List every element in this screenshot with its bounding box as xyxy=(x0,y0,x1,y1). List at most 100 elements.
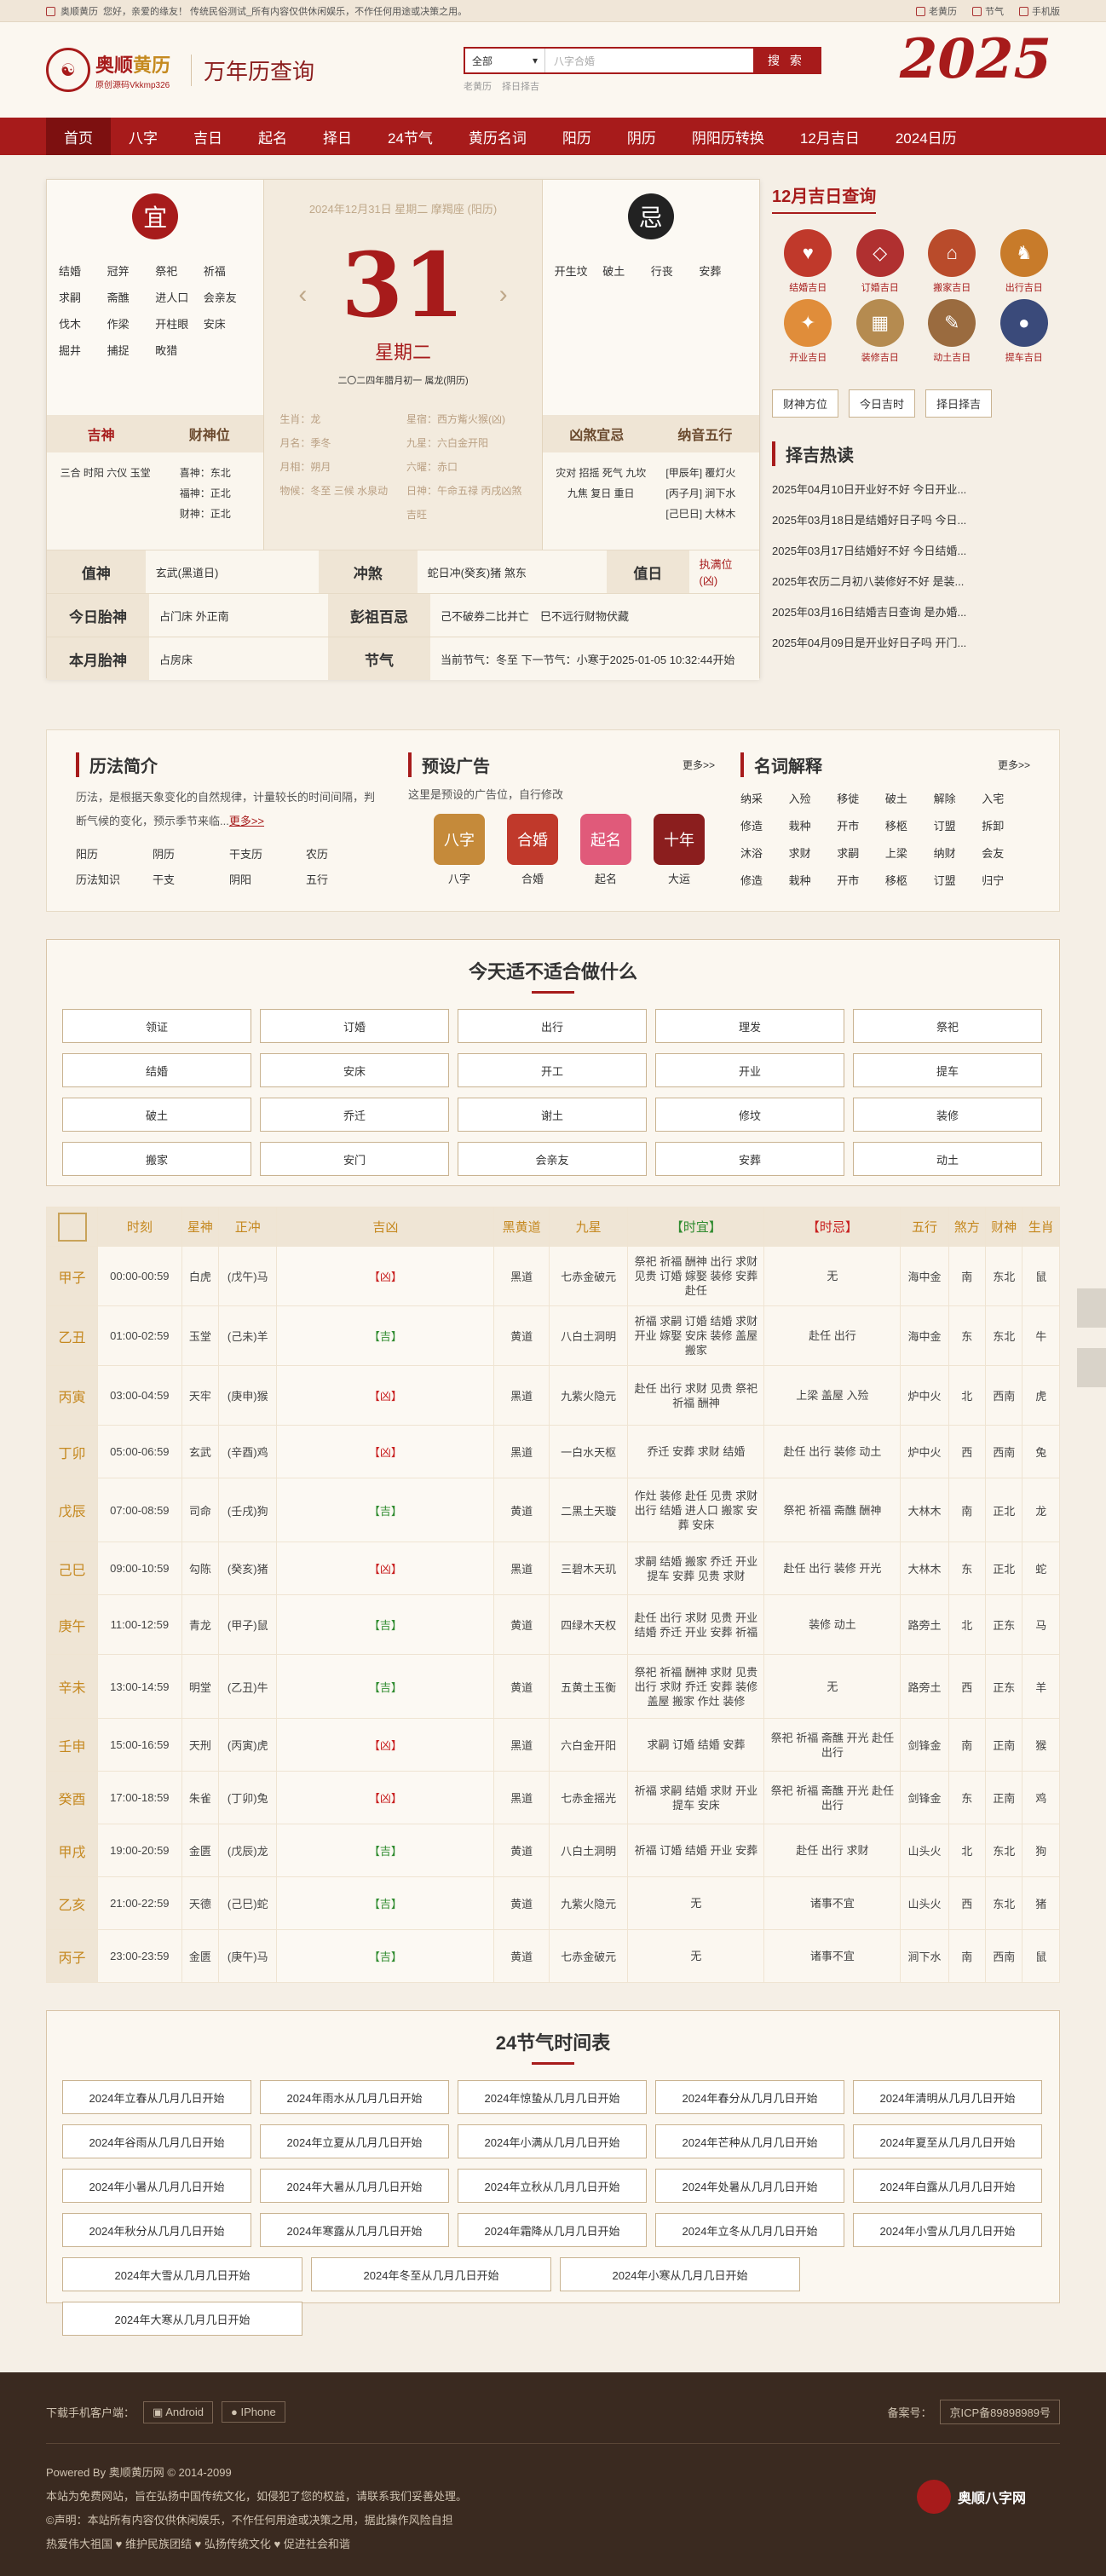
term-link[interactable]: 订盟 xyxy=(934,813,982,840)
term-link[interactable]: 栽种 xyxy=(789,813,838,840)
icp-link[interactable]: 京ICP备89898989号 xyxy=(940,2400,1060,2424)
hot-link[interactable]: 择日择吉 xyxy=(502,79,539,93)
intro-link[interactable]: 干支 xyxy=(153,867,229,893)
today-jishi-button[interactable]: 今日吉时 xyxy=(849,389,916,418)
jiri-item-4[interactable]: ✦ 开业吉日 xyxy=(772,299,844,364)
suitable-button[interactable]: 安门 xyxy=(260,1142,449,1176)
nav-item[interactable]: 择日 xyxy=(305,118,370,155)
hot-article-link[interactable]: 2025年03月18日是结婚好日子吗 今日... xyxy=(772,505,1060,536)
term-link[interactable]: 移徙 xyxy=(837,786,885,813)
suitable-button[interactable]: 装修 xyxy=(853,1098,1042,1132)
zeri-button[interactable]: 择日择吉 xyxy=(925,389,993,418)
intro-link[interactable]: 阴历 xyxy=(153,842,229,867)
suitable-button[interactable]: 动土 xyxy=(853,1142,1042,1176)
suitable-button[interactable]: 开业 xyxy=(655,1053,844,1087)
top-link-mobile[interactable]: 手机版 xyxy=(1019,4,1060,18)
term-link[interactable]: 修造 xyxy=(740,813,789,840)
jiri-item-6[interactable]: ✎ 动土吉日 xyxy=(916,299,988,364)
jieqi-button[interactable]: 2024年立春从几月几日开始 xyxy=(62,2080,251,2114)
intro-link[interactable]: 干支历 xyxy=(229,842,306,867)
top-link-jieqi[interactable]: 节气 xyxy=(972,4,1004,18)
intro-link[interactable]: 阳历 xyxy=(76,842,153,867)
search-category-select[interactable]: 全部 ▾ xyxy=(465,49,545,72)
search-button[interactable]: 搜 索 xyxy=(753,49,820,72)
nav-item[interactable]: 2024日历 xyxy=(878,118,975,155)
nav-item[interactable]: 阳历 xyxy=(544,118,609,155)
next-day-icon[interactable]: › xyxy=(499,280,508,309)
jieqi-button[interactable]: 2024年小雪从几月几日开始 xyxy=(853,2213,1042,2247)
logo[interactable]: ☯ 奥顺黄历 原创源码Vkkmp326 万年历查询 xyxy=(46,48,446,92)
term-link[interactable]: 归宁 xyxy=(982,867,1030,895)
ad-item[interactable]: 合婚 合婚 xyxy=(507,814,558,886)
hot-link[interactable]: 老黄历 xyxy=(464,79,492,93)
term-link[interactable]: 订盟 xyxy=(934,867,982,895)
jieqi-button[interactable]: 2024年大寒从几月几日开始 xyxy=(62,2302,302,2336)
term-link[interactable]: 栽种 xyxy=(789,867,838,895)
term-link[interactable]: 入宅 xyxy=(982,786,1030,813)
jieqi-button[interactable]: 2024年立秋从几月几日开始 xyxy=(458,2169,647,2203)
suitable-button[interactable]: 理发 xyxy=(655,1009,844,1043)
ad-more-link[interactable]: 更多>> xyxy=(683,758,715,772)
suitable-button[interactable]: 会亲友 xyxy=(458,1142,647,1176)
float-share-button[interactable] xyxy=(1077,1288,1106,1328)
suitable-button[interactable]: 订婚 xyxy=(260,1009,449,1043)
jiri-item-1[interactable]: ◇ 订婚吉日 xyxy=(844,229,917,294)
prev-day-icon[interactable]: ‹ xyxy=(298,280,307,309)
top-link-huangli[interactable]: 老黄历 xyxy=(916,4,957,18)
term-link[interactable]: 纳财 xyxy=(934,840,982,867)
ad-item[interactable]: 起名 起名 xyxy=(580,814,631,886)
search-input[interactable]: 八字合婚 xyxy=(545,49,753,72)
float-top-button[interactable] xyxy=(1077,1348,1106,1387)
term-link[interactable]: 入殓 xyxy=(789,786,838,813)
term-link[interactable]: 解除 xyxy=(934,786,982,813)
hot-article-link[interactable]: 2025年04月09日是开业好日子吗 开门... xyxy=(772,628,1060,659)
jieqi-button[interactable]: 2024年芒种从几月几日开始 xyxy=(655,2124,844,2158)
jieqi-button[interactable]: 2024年谷雨从几月几日开始 xyxy=(62,2124,251,2158)
jiri-title[interactable]: 12月吉日查询 xyxy=(772,182,877,214)
ad-item[interactable]: 八字 八字 xyxy=(434,814,485,886)
term-link[interactable]: 破土 xyxy=(885,786,934,813)
term-link[interactable]: 求嗣 xyxy=(837,840,885,867)
android-button[interactable]: ▣ Android xyxy=(143,2400,214,2423)
nav-item[interactable]: 八字 xyxy=(111,118,176,155)
suitable-button[interactable]: 谢土 xyxy=(458,1098,647,1132)
jieqi-button[interactable]: 2024年小满从几月几日开始 xyxy=(458,2124,647,2158)
suitable-button[interactable]: 祭祀 xyxy=(853,1009,1042,1043)
intro-more-link[interactable]: 更多>> xyxy=(229,815,264,827)
caishen-direction-button[interactable]: 财神方位 xyxy=(772,389,839,418)
home-link[interactable]: 奥顺黄历 xyxy=(60,4,98,18)
jieqi-button[interactable]: 2024年夏至从几月几日开始 xyxy=(853,2124,1042,2158)
jieqi-button[interactable]: 2024年冬至从几月几日开始 xyxy=(311,2257,551,2291)
jieqi-button[interactable]: 2024年立夏从几月几日开始 xyxy=(260,2124,449,2158)
term-link[interactable]: 移柩 xyxy=(885,813,934,840)
intro-link[interactable]: 农历 xyxy=(306,842,383,867)
term-link[interactable]: 修造 xyxy=(740,867,789,895)
jieqi-button[interactable]: 2024年小寒从几月几日开始 xyxy=(560,2257,800,2291)
jieqi-button[interactable]: 2024年寒露从几月几日开始 xyxy=(260,2213,449,2247)
jieqi-button[interactable]: 2024年惊蛰从几月几日开始 xyxy=(458,2080,647,2114)
jieqi-button[interactable]: 2024年秋分从几月几日开始 xyxy=(62,2213,251,2247)
jieqi-button[interactable]: 2024年白露从几月几日开始 xyxy=(853,2169,1042,2203)
hot-article-link[interactable]: 2025年03月16日结婚吉日查询 是办婚... xyxy=(772,597,1060,628)
suitable-button[interactable]: 安葬 xyxy=(655,1142,844,1176)
jieqi-button[interactable]: 2024年处暑从几月几日开始 xyxy=(655,2169,844,2203)
jiri-item-2[interactable]: ⌂ 搬家吉日 xyxy=(916,229,988,294)
suitable-button[interactable]: 破土 xyxy=(62,1098,251,1132)
nav-item[interactable]: 24节气 xyxy=(370,118,451,155)
jieqi-button[interactable]: 2024年春分从几月几日开始 xyxy=(655,2080,844,2114)
term-link[interactable]: 会友 xyxy=(982,840,1030,867)
suitable-button[interactable]: 修坟 xyxy=(655,1098,844,1132)
suitable-button[interactable]: 安床 xyxy=(260,1053,449,1087)
suitable-button[interactable]: 提车 xyxy=(853,1053,1042,1087)
term-link[interactable]: 开市 xyxy=(837,813,885,840)
nav-item[interactable]: 黄历名词 xyxy=(451,118,544,155)
nav-item[interactable]: 吉日 xyxy=(176,118,240,155)
jiri-item-0[interactable]: ♥ 结婚吉日 xyxy=(772,229,844,294)
nav-item[interactable]: 12月吉日 xyxy=(782,118,878,155)
hot-article-link[interactable]: 2025年04月10日开业好不好 今日开业... xyxy=(772,475,1060,505)
nav-item[interactable]: 阴历 xyxy=(609,118,674,155)
term-link[interactable]: 上梁 xyxy=(885,840,934,867)
nav-item[interactable]: 起名 xyxy=(240,118,305,155)
jieqi-button[interactable]: 2024年大雪从几月几日开始 xyxy=(62,2257,302,2291)
jieqi-button[interactable]: 2024年小暑从几月几日开始 xyxy=(62,2169,251,2203)
